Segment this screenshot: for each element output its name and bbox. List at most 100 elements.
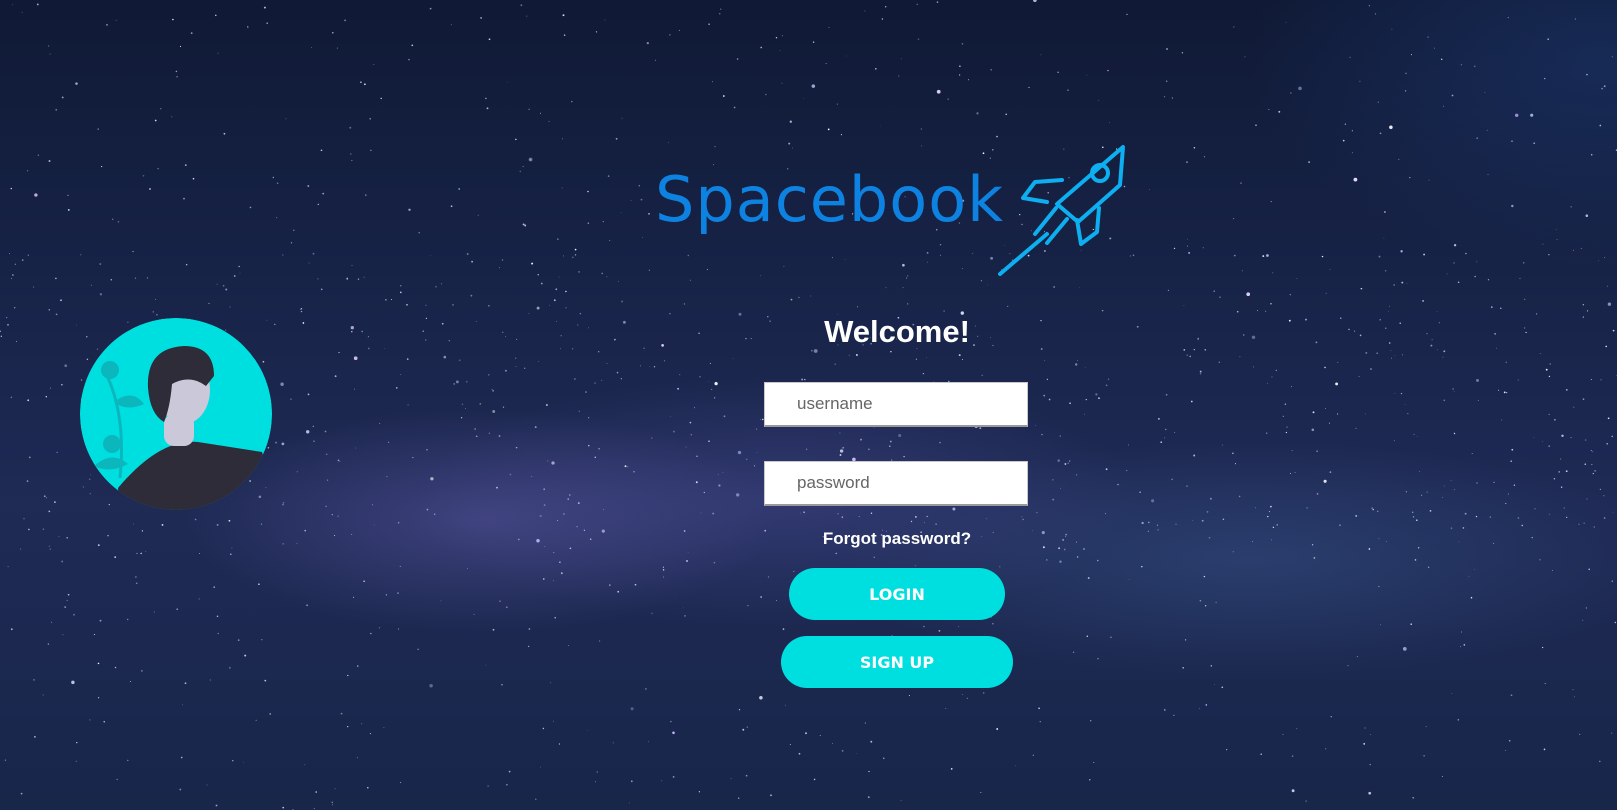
star [160, 108, 162, 110]
star [334, 788, 336, 790]
star [1505, 361, 1507, 363]
star [538, 515, 540, 517]
star [962, 694, 964, 696]
star [406, 303, 408, 306]
star [992, 623, 994, 625]
star [496, 486, 498, 489]
star [683, 607, 684, 609]
star [1181, 51, 1184, 54]
password-input[interactable] [764, 461, 1028, 506]
star [648, 269, 651, 271]
username-input[interactable] [764, 382, 1028, 427]
star [827, 128, 830, 131]
star [1365, 351, 1368, 354]
star [1222, 518, 1225, 521]
star [915, 358, 918, 360]
forgot-password-link[interactable]: Forgot password? [764, 529, 1030, 549]
star [1612, 511, 1614, 513]
star [492, 410, 496, 413]
star [1473, 65, 1476, 68]
star [1164, 709, 1166, 711]
star [669, 313, 671, 315]
star [1486, 129, 1488, 131]
star [249, 206, 252, 209]
star [1316, 450, 1318, 452]
star [839, 432, 841, 434]
star [1410, 623, 1412, 625]
star [320, 288, 323, 291]
star [290, 242, 293, 244]
star [565, 290, 567, 293]
star [1429, 509, 1432, 512]
star [6, 316, 8, 319]
star [93, 633, 95, 636]
star [336, 47, 338, 49]
star [569, 494, 571, 496]
star [361, 723, 363, 725]
star [1391, 28, 1393, 30]
star [1065, 533, 1067, 536]
star [754, 465, 756, 467]
star [1378, 585, 1380, 588]
star [537, 274, 539, 276]
star [1544, 682, 1546, 685]
star [813, 778, 816, 781]
star [1592, 472, 1595, 475]
star [397, 521, 400, 524]
star [135, 582, 138, 585]
star [391, 299, 392, 301]
star [1197, 339, 1199, 341]
star [588, 327, 589, 329]
star [1311, 428, 1315, 432]
star [351, 264, 353, 266]
star [996, 728, 999, 730]
star [1014, 765, 1016, 767]
star [515, 138, 517, 141]
star [982, 692, 985, 694]
star [334, 375, 337, 378]
star [485, 97, 487, 100]
star [47, 643, 49, 645]
star [426, 508, 429, 511]
star [397, 592, 399, 594]
star [1566, 516, 1568, 519]
star [793, 570, 795, 572]
star [810, 295, 812, 297]
star [1329, 269, 1331, 271]
star [1523, 262, 1525, 264]
star [534, 426, 537, 429]
star [1041, 434, 1043, 436]
star [48, 45, 50, 47]
star [485, 664, 487, 666]
star [1282, 733, 1284, 735]
star [1463, 644, 1466, 646]
star [959, 65, 961, 68]
star [562, 255, 564, 257]
star [86, 358, 89, 361]
star [231, 547, 233, 549]
star [1582, 304, 1584, 306]
star [1574, 696, 1575, 698]
star [1453, 244, 1457, 247]
star [722, 472, 724, 474]
star [1584, 439, 1587, 441]
star [48, 545, 51, 547]
star [471, 260, 473, 263]
star [543, 488, 546, 491]
star [1474, 569, 1475, 571]
login-button[interactable]: LOGIN [789, 568, 1005, 620]
star [62, 634, 64, 636]
star [1214, 684, 1215, 685]
star [1067, 89, 1069, 91]
star [938, 630, 941, 632]
star [1572, 249, 1575, 252]
star [617, 590, 620, 593]
star [1603, 85, 1606, 88]
star [350, 153, 352, 155]
signup-button[interactable]: SIGN UP [781, 636, 1013, 688]
star [812, 41, 815, 43]
star [353, 388, 356, 390]
star [400, 782, 402, 784]
star [1075, 541, 1077, 543]
star [1579, 733, 1581, 736]
